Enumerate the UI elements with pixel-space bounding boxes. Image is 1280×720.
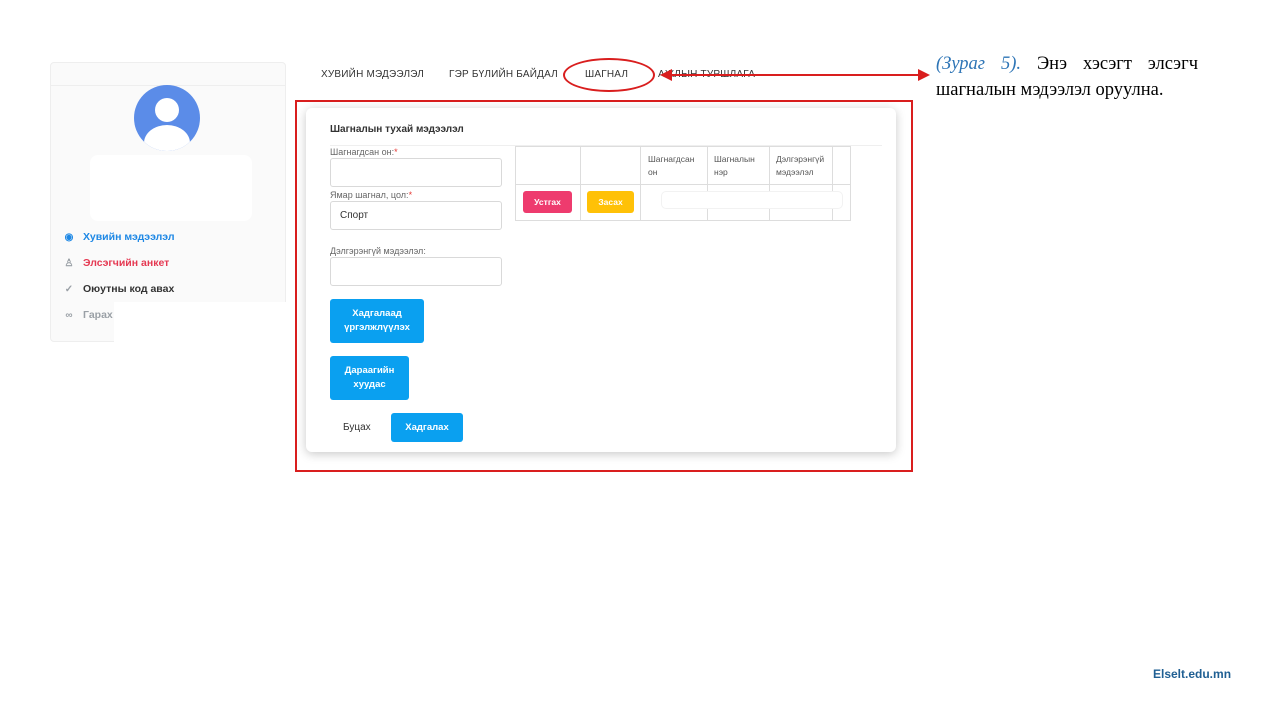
table-header-name: Шагналын нэр	[714, 154, 755, 177]
sidebar-item-label: Оюутны код авах	[83, 283, 175, 295]
card-bottom-cover	[114, 302, 286, 346]
arrow-left-icon	[660, 69, 672, 81]
year-label: Шагнагдсан он:*	[330, 147, 398, 157]
sidebar-item-applicant-form[interactable]: ♙ Элсэгчийн анкет	[62, 255, 170, 271]
next-page-button[interactable]: Дараагийн хуудас	[330, 356, 409, 400]
table-header-detail: Дэлгэрэнгүй мэдээлэл	[776, 154, 825, 177]
figure-reference: (Зураг 5).	[936, 54, 1021, 74]
user-avatar-icon	[134, 85, 200, 151]
award-year-input[interactable]	[330, 158, 502, 187]
tab-award-highlight-circle	[563, 58, 655, 92]
award-type-label: Ямар шагнал, цол:*	[330, 190, 413, 200]
tab-personal-info[interactable]: ХУВИЙН МЭДЭЭЛЭЛ	[321, 69, 424, 80]
sidebar-item-student-code[interactable]: ✓ Оюутны код авах	[62, 281, 174, 297]
detail-label: Дэлгэрэнгүй мэдээлэл:	[330, 246, 426, 256]
user-circle-icon: ◉	[64, 231, 74, 243]
detail-input[interactable]	[330, 257, 502, 286]
save-button[interactable]: Хадгалах	[391, 413, 463, 442]
link-icon: ∞	[65, 309, 73, 321]
annotation-text: (Зураг 5). Энэ хэсэгт элсэгч шагналын мэ…	[936, 51, 1198, 103]
sidebar-item-label: Гарах	[83, 309, 113, 321]
save-continue-button[interactable]: Хадгалаад үргэлжлүүлэх	[330, 299, 424, 343]
site-footer: Elselt.edu.mn	[1153, 667, 1232, 681]
arrow-right-icon	[918, 69, 930, 81]
edit-button[interactable]: Засах	[587, 191, 634, 213]
form-title: Шагналын тухай мэдээлэл	[330, 124, 464, 135]
table-header-year: Шагнагдсан он	[648, 154, 695, 177]
sidebar-item-label: Хувийн мэдээлэл	[83, 231, 175, 243]
back-button[interactable]: Буцах	[343, 422, 371, 433]
sidebar-item-logout[interactable]: ∞ Гарах	[62, 307, 113, 323]
delete-button[interactable]: Устгах	[523, 191, 572, 213]
annotation-arrow-line	[670, 74, 922, 76]
sidebar-item-label: Элсэгчийн анкет	[83, 257, 170, 269]
person-icon: ♙	[64, 257, 74, 269]
sidebar-item-personal-info[interactable]: ◉ Хувийн мэдээлэл	[62, 229, 175, 245]
award-type-input[interactable]: Спорт	[330, 201, 502, 230]
check-circle-icon: ✓	[64, 283, 74, 295]
profile-card-header	[51, 63, 285, 86]
table-row-placeholder	[662, 192, 842, 208]
profile-name-placeholder	[90, 155, 252, 221]
tab-family[interactable]: ГЭР БҮЛИЙН БАЙДАЛ	[449, 69, 558, 80]
